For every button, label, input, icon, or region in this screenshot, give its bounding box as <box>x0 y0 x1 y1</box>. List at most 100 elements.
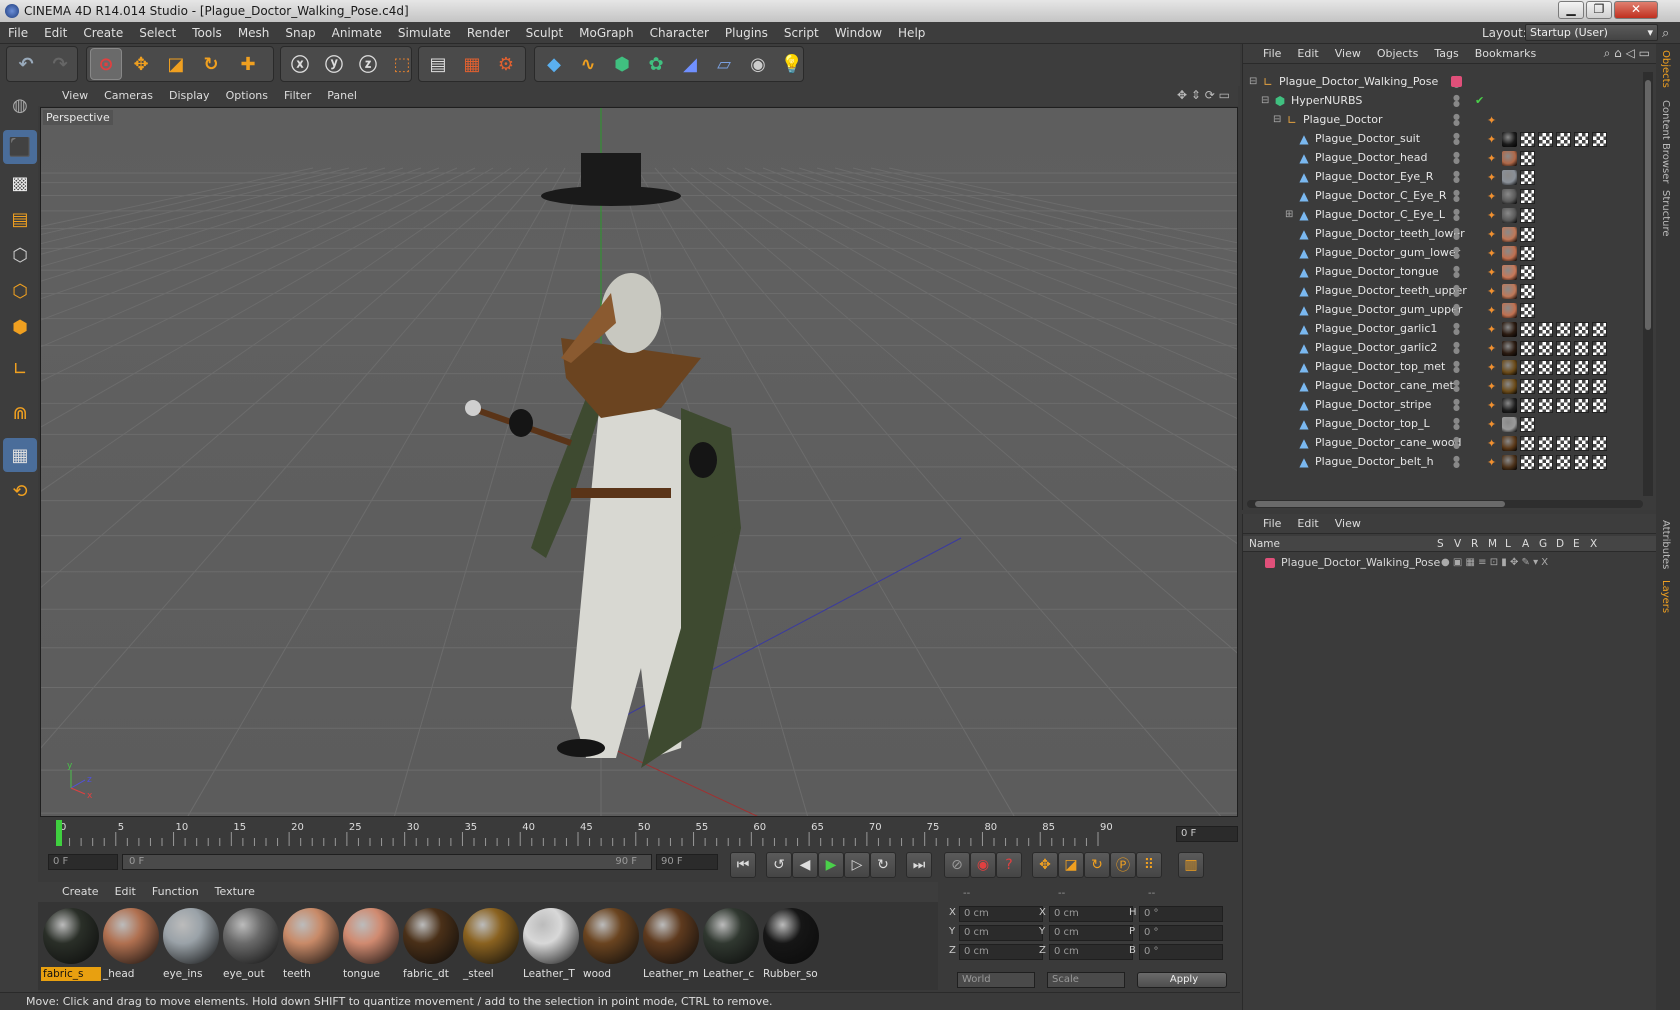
object-row[interactable]: ⊟∟Plague_Doctor_Walking_Pose●● <box>1243 72 1643 92</box>
object-row[interactable]: ▲ Plague_Doctor_C_Eye_R ● ● ✦ <box>1243 186 1643 206</box>
object-row[interactable]: ▲ Plague_Doctor_Eye_R ● ● ✦ <box>1243 167 1643 187</box>
object-name[interactable]: Plague_Doctor_head <box>1315 148 1427 168</box>
material-swatch[interactable]: fabric_dt <box>400 906 462 982</box>
uvw-tag-icon[interactable] <box>1520 303 1535 318</box>
visibility-dots-icon[interactable]: ●● <box>1453 208 1465 222</box>
visibility-dots-icon[interactable]: ●● <box>1453 189 1465 203</box>
phong-tag-icon[interactable]: ✦ <box>1487 151 1499 166</box>
tab-structure[interactable]: Structure <box>1660 190 1671 237</box>
material-tag-icon[interactable] <box>1502 322 1517 337</box>
object-name[interactable]: Plague_Doctor_Eye_R <box>1315 167 1433 187</box>
camera-icon[interactable]: ◉ <box>742 48 774 80</box>
autokeying-icon[interactable]: ◉ <box>970 852 996 878</box>
viewport-menu-options[interactable]: Options <box>218 86 276 106</box>
points-mode-icon[interactable]: ⬡ <box>3 238 37 272</box>
menu-select[interactable]: Select <box>131 22 184 44</box>
next-key-icon[interactable]: ↻ <box>870 852 896 878</box>
layer-row[interactable]: Plague_Doctor_Walking_Pose ● ▣ ▦ ≡ ⊡ ▮ ✥… <box>1243 554 1657 572</box>
object-row[interactable]: ▲ Plague_Doctor_teeth_lower ● ● ✦ <box>1243 224 1643 244</box>
material-tag-icon[interactable] <box>1502 398 1517 413</box>
visibility-dots-icon[interactable]: ●● <box>1453 246 1465 260</box>
uvw-tag-icon[interactable] <box>1556 436 1571 451</box>
object-name[interactable]: Plague_Doctor_top_met <box>1315 357 1445 377</box>
material-swatch[interactable]: Leather_T <box>520 906 582 982</box>
object-name[interactable]: Plague_Doctor_cane_met <box>1315 376 1454 396</box>
coord-value-field[interactable]: 0 cm <box>959 906 1043 922</box>
uvw-tag-icon[interactable] <box>1574 398 1589 413</box>
tab-attributes[interactable]: Attributes <box>1660 520 1671 569</box>
object-row[interactable]: ▲ Plague_Doctor_tongue ● ● ✦ <box>1243 262 1643 282</box>
go-to-start-icon[interactable]: ⏮ <box>730 852 756 878</box>
menu-mesh[interactable]: Mesh <box>230 22 278 44</box>
uvw-tag-icon[interactable] <box>1574 360 1589 375</box>
visibility-dots-icon[interactable]: ●● <box>1453 417 1465 431</box>
object-name[interactable]: Plague_Doctor_teeth_upper <box>1315 281 1467 301</box>
menu-simulate[interactable]: Simulate <box>390 22 459 44</box>
uvw-tag-icon[interactable] <box>1556 322 1571 337</box>
coord-value-field[interactable]: 0 cm <box>959 944 1043 960</box>
object-menu-bookmarks[interactable]: Bookmarks <box>1467 44 1544 64</box>
layer-column-x[interactable]: X <box>1590 536 1597 552</box>
object-name[interactable]: Plague_Doctor_suit <box>1315 129 1420 149</box>
object-menu-tags[interactable]: Tags <box>1426 44 1466 64</box>
floor-icon[interactable]: ▱ <box>708 48 740 80</box>
object-name[interactable]: Plague_Doctor_gum_upper <box>1315 300 1462 320</box>
coord-value-field[interactable]: 0 ° <box>1139 906 1223 922</box>
uvw-tag-icon[interactable] <box>1538 322 1553 337</box>
coord-value-field[interactable]: 0 cm <box>1049 906 1133 922</box>
object-tree-vscroll[interactable] <box>1643 72 1653 496</box>
visibility-dots-icon[interactable]: ●● <box>1453 341 1465 355</box>
light-icon[interactable]: 💡 <box>776 48 808 80</box>
uvw-tag-icon[interactable] <box>1574 455 1589 470</box>
object-row[interactable]: ▲ Plague_Doctor_garlic1 ● ● ✦ <box>1243 319 1643 339</box>
menu-edit[interactable]: Edit <box>36 22 75 44</box>
y-axis-lock-icon[interactable]: ⓨ <box>318 48 350 80</box>
menu-file[interactable]: File <box>0 22 36 44</box>
object-row[interactable]: ▲ Plague_Doctor_gum_upper ● ● ✦ <box>1243 300 1643 320</box>
phong-tag-icon[interactable]: ✦ <box>1487 360 1499 375</box>
viewport-menu-panel[interactable]: Panel <box>319 86 365 106</box>
object-name[interactable]: Plague_Doctor_garlic1 <box>1315 319 1437 339</box>
object-name[interactable]: Plague_Doctor_gum_lower <box>1315 243 1460 263</box>
material-tag-icon[interactable] <box>1502 303 1517 318</box>
object-name[interactable]: Plague_Doctor_cane_wood <box>1315 433 1461 453</box>
object-row[interactable]: ⊟ ⬢ HyperNURBS ● ● ✔ <box>1243 91 1643 111</box>
visibility-dots-icon[interactable]: ●● <box>1453 360 1465 374</box>
close-button[interactable]: ✕ <box>1614 1 1658 19</box>
playhead[interactable] <box>56 820 62 846</box>
render-settings-icon[interactable]: ⚙ <box>490 48 522 80</box>
uvw-tag-icon[interactable] <box>1520 417 1535 432</box>
key-parameter-icon[interactable]: Ⓟ <box>1110 852 1136 878</box>
material-menu-create[interactable]: Create <box>54 882 107 902</box>
uvw-tag-icon[interactable] <box>1520 322 1535 337</box>
visibility-dots-icon[interactable]: ●● <box>1453 455 1465 469</box>
menu-character[interactable]: Character <box>642 22 717 44</box>
object-row[interactable]: ▲ Plague_Doctor_gum_lower ● ● ✦ <box>1243 243 1643 263</box>
uvw-tag-icon[interactable] <box>1520 265 1535 280</box>
material-swatch[interactable]: Leather_m <box>640 906 702 982</box>
material-menu-edit[interactable]: Edit <box>107 882 144 902</box>
viewport-menu-filter[interactable]: Filter <box>276 86 319 106</box>
object-row[interactable]: ▲ Plague_Doctor_suit ● ● ✦ <box>1243 129 1643 149</box>
uvw-tag-icon[interactable] <box>1538 341 1553 356</box>
coord-value-field[interactable]: 0 cm <box>959 925 1043 941</box>
play-forwards-icon[interactable]: ▶ <box>818 852 844 878</box>
viewport-menu-view[interactable]: View <box>54 86 96 106</box>
menu-window[interactable]: Window <box>827 22 890 44</box>
redo-icon[interactable]: ↷ <box>44 48 76 80</box>
object-row[interactable]: ▲ Plague_Doctor_stripe ● ● ✦ <box>1243 395 1643 415</box>
viewport-menu-display[interactable]: Display <box>161 86 218 106</box>
layer-column-v[interactable]: V <box>1454 536 1461 552</box>
material-tag-icon[interactable] <box>1502 170 1517 185</box>
visibility-dots-icon[interactable]: ●● <box>1453 284 1465 298</box>
key-position-icon[interactable]: ✥ <box>1032 852 1058 878</box>
layer-column-a[interactable]: A <box>1522 536 1529 552</box>
uvw-tag-icon[interactable] <box>1574 436 1589 451</box>
current-frame-field[interactable]: 0 F <box>1176 826 1238 842</box>
phong-tag-icon[interactable]: ✦ <box>1487 189 1499 204</box>
render-to-picture-viewer-icon[interactable]: ▦ <box>456 48 488 80</box>
deformer-icon[interactable]: ◢ <box>674 48 706 80</box>
phong-tag-icon[interactable]: ✦ <box>1487 455 1499 470</box>
material-tag-icon[interactable] <box>1502 132 1517 147</box>
array-icon[interactable]: ✿ <box>640 48 672 80</box>
